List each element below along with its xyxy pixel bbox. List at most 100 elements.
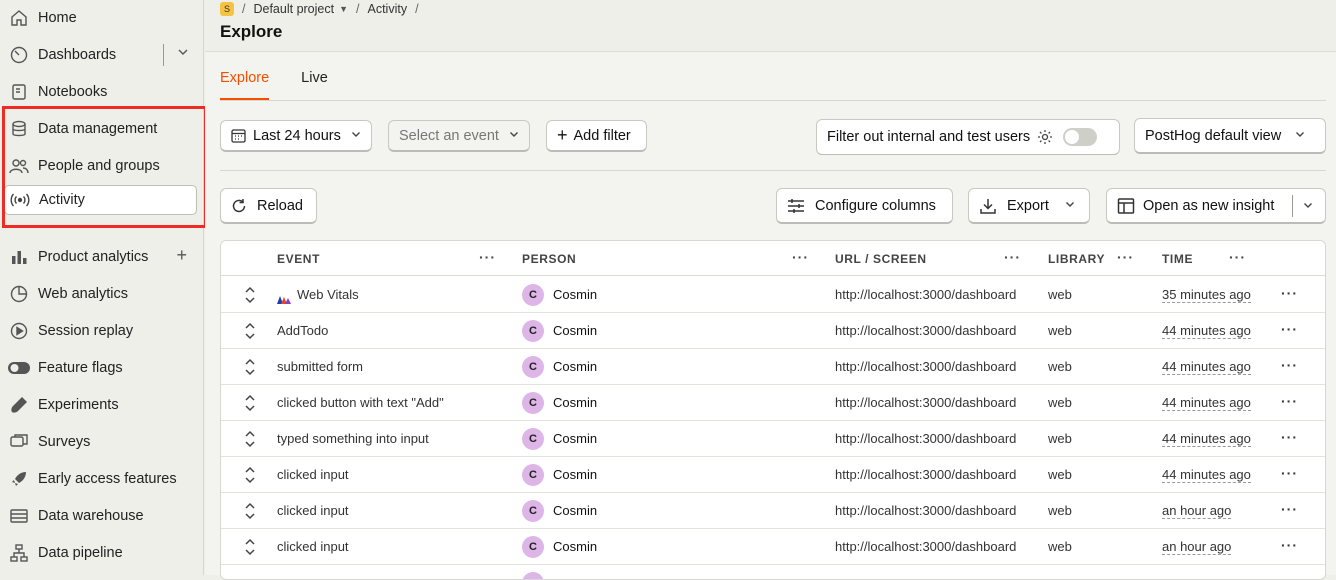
person-name[interactable]: Cosmin [553, 539, 597, 554]
sidebar-item-product-analytics[interactable]: Product analytics + [4, 242, 197, 272]
sidebar-item-notebooks[interactable]: Notebooks [4, 77, 197, 107]
chevron-down-icon[interactable]: ▼ [339, 4, 348, 14]
sidebar-item-label: Surveys [38, 434, 91, 450]
row-menu-icon[interactable]: ··· [1281, 429, 1298, 445]
event-cell[interactable]: AddTodo [277, 323, 328, 338]
column-menu-icon[interactable]: ··· [1004, 249, 1021, 265]
row-menu-icon[interactable]: ··· [1281, 357, 1298, 373]
column-menu-icon[interactable]: ··· [792, 249, 809, 265]
tab-explore[interactable]: Explore [220, 70, 270, 100]
sidebar-item-data-warehouse[interactable]: Data warehouse [4, 501, 197, 531]
column-header-event[interactable]: EVENT [277, 252, 320, 266]
table-row[interactable]: typed something into input C Cosmin http://… [221, 421, 1325, 457]
column-menu-icon[interactable]: ··· [1229, 249, 1246, 265]
internal-users-filter[interactable]: Filter out internal and test users [816, 119, 1120, 155]
table-row[interactable]: clicked input C Cosmin http://localhost:300… [221, 493, 1325, 529]
url-cell: http://localhost:3000/dashboard [835, 359, 1017, 374]
person-name[interactable]: Cosmin [553, 431, 597, 446]
expand-row-icon[interactable] [243, 502, 257, 520]
sidebar-item-surveys[interactable]: Surveys [4, 427, 197, 457]
download-icon [979, 197, 997, 215]
expand-row-icon[interactable] [243, 286, 257, 304]
column-menu-icon[interactable]: ··· [1117, 249, 1134, 265]
sliders-icon [787, 198, 805, 214]
event-cell[interactable]: submitted form [277, 359, 363, 374]
event-cell[interactable]: clicked input [277, 467, 349, 482]
expand-row-icon[interactable] [243, 466, 257, 484]
event-name: typed something into input [277, 431, 429, 446]
divider [220, 170, 1326, 171]
row-menu-icon[interactable]: ··· [1281, 465, 1298, 481]
table-row[interactable]: Web Vitals C Cosmin http://localhost:3000/d… [221, 277, 1325, 313]
sidebar-item-session-replay[interactable]: Session replay [4, 316, 197, 346]
sidebar-item-experiments[interactable]: Experiments [4, 390, 197, 420]
expand-row-icon[interactable] [243, 322, 257, 340]
column-header-url[interactable]: URL / SCREEN [835, 252, 927, 266]
library-cell: web [1048, 359, 1072, 374]
table-row[interactable]: submitted form C Cosmin http://localhost:30… [221, 349, 1325, 385]
row-menu-icon[interactable]: ··· [1281, 537, 1298, 553]
chevron-down-icon[interactable] [177, 45, 189, 62]
sidebar-item-web-analytics[interactable]: Web analytics [4, 279, 197, 309]
plus-icon[interactable]: + [176, 245, 187, 266]
avatar: C [522, 284, 544, 306]
breadcrumb-project[interactable]: Default project [253, 2, 334, 16]
tab-live[interactable]: Live [301, 70, 328, 98]
row-menu-icon[interactable]: ··· [1281, 285, 1298, 301]
expand-row-icon[interactable] [243, 358, 257, 376]
column-header-time[interactable]: TIME [1162, 252, 1193, 266]
url-cell: http://localhost:3000/dashboard [835, 287, 1017, 302]
replay-icon [8, 320, 30, 342]
add-filter-button[interactable]: + Add filter [546, 120, 647, 152]
sidebar-item-data-pipeline[interactable]: Data pipeline [4, 538, 197, 568]
export-button[interactable]: Export [968, 188, 1090, 224]
sidebar-item-feature-flags[interactable]: Feature flags [4, 353, 197, 383]
event-cell[interactable]: clicked button with text "Add" [277, 395, 444, 410]
bar-chart-icon [8, 246, 30, 268]
event-cell[interactable]: clicked input [277, 539, 349, 554]
library-cell: web [1048, 395, 1072, 410]
expand-row-icon[interactable] [243, 394, 257, 412]
table-row[interactable]: clicked button with text "Add" C Cosmin htt… [221, 385, 1325, 421]
table-row[interactable]: AddTodo C Cosmin http://localhost:3000/dash… [221, 313, 1325, 349]
table-row[interactable] [221, 565, 1325, 579]
person-name[interactable]: Cosmin [553, 467, 597, 482]
internal-users-toggle[interactable] [1063, 128, 1098, 146]
column-menu-icon[interactable]: ··· [479, 249, 496, 265]
row-menu-icon[interactable]: ··· [1281, 321, 1298, 337]
table-row[interactable]: clicked input C Cosmin http://localhost:300… [221, 457, 1325, 493]
table-row[interactable]: clicked input C Cosmin http://localhost:300… [221, 529, 1325, 565]
library-cell: web [1048, 431, 1072, 446]
chevron-down-icon[interactable] [1303, 200, 1313, 213]
person-name[interactable]: Cosmin [553, 323, 597, 338]
rocket-icon [8, 468, 30, 490]
configure-columns-button[interactable]: Configure columns [776, 188, 953, 224]
open-insight-button[interactable]: Open as new insight [1106, 188, 1326, 224]
column-header-library[interactable]: LIBRARY [1048, 252, 1105, 266]
event-name: Web Vitals [297, 287, 359, 302]
row-menu-icon[interactable]: ··· [1281, 501, 1298, 517]
expand-row-icon[interactable] [243, 538, 257, 556]
breadcrumb-section[interactable]: Activity [368, 2, 408, 16]
event-cell[interactable]: clicked input [277, 503, 349, 518]
date-range-select[interactable]: Last 24 hours [220, 120, 372, 152]
row-menu-icon[interactable]: ··· [1281, 393, 1298, 409]
event-cell[interactable]: typed something into input [277, 431, 429, 446]
person-name[interactable]: Cosmin [553, 287, 597, 302]
url-cell: http://localhost:3000/dashboard [835, 467, 1017, 482]
view-select[interactable]: PostHog default view [1134, 118, 1326, 154]
sidebar-item-home[interactable]: Home [4, 3, 197, 33]
person-name[interactable]: Cosmin [553, 359, 597, 374]
reload-button[interactable]: Reload [220, 188, 317, 224]
library-cell: web [1048, 467, 1072, 482]
column-header-person[interactable]: PERSON [522, 252, 576, 266]
person-name[interactable]: Cosmin [553, 395, 597, 410]
person-name[interactable]: Cosmin [553, 503, 597, 518]
notebook-icon [8, 81, 30, 103]
event-cell[interactable]: Web Vitals [277, 287, 359, 304]
expand-row-icon[interactable] [243, 430, 257, 448]
event-select[interactable]: Select an event [388, 120, 530, 152]
sidebar-item-dashboards[interactable]: Dashboards [4, 40, 197, 70]
sidebar-item-early-access[interactable]: Early access features [4, 464, 197, 494]
table-icon [1117, 197, 1135, 215]
